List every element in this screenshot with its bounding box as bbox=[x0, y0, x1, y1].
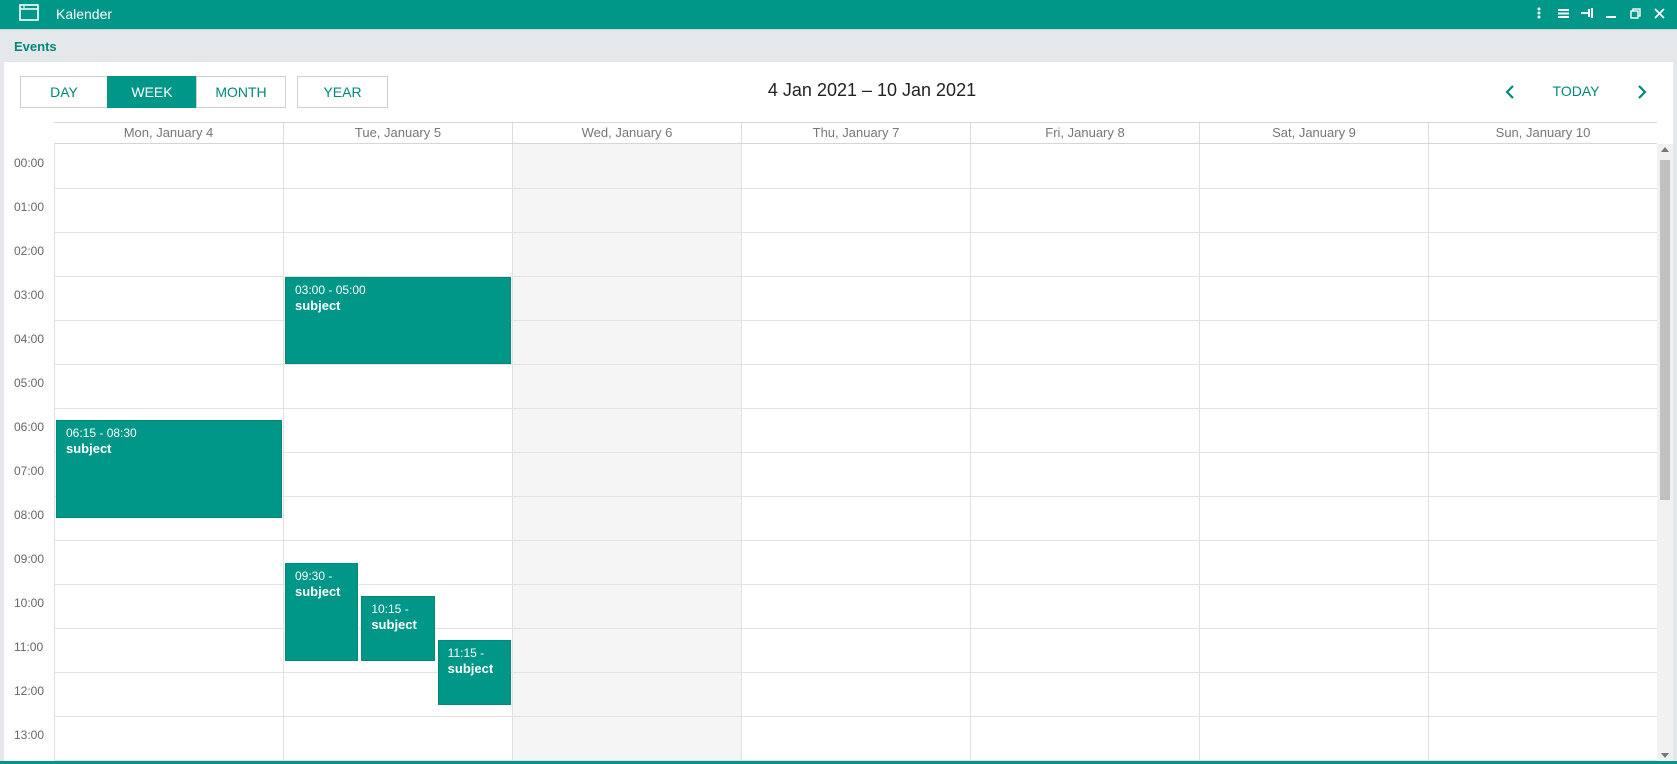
hour-label: 06:00 bbox=[14, 420, 45, 434]
day-header-1[interactable]: Mon, January 4 bbox=[54, 123, 283, 143]
event-time: 03:00 - 05:00 bbox=[295, 283, 366, 297]
calendar-event[interactable]: 03:00 - 05:00 subject bbox=[285, 277, 511, 364]
window-title: Kalender bbox=[56, 6, 113, 22]
hour-row-line bbox=[54, 232, 1657, 233]
day-header-6[interactable]: Sat, January 9 bbox=[1199, 123, 1428, 143]
date-range-label: 4 Jan 2021 – 10 Jan 2021 bbox=[767, 80, 977, 100]
panel-title: Events bbox=[14, 39, 57, 54]
hour-label: 13:00 bbox=[14, 728, 45, 742]
hour-row-line bbox=[54, 452, 1657, 453]
today-button[interactable]: TODAY bbox=[1540, 83, 1612, 99]
event-time: 11:15 - bbox=[447, 646, 485, 660]
hour-row-line bbox=[54, 496, 1657, 497]
hour-label: 04:00 bbox=[14, 332, 45, 346]
event-subject: subject bbox=[371, 617, 417, 632]
view-day-button[interactable]: DAY bbox=[20, 76, 108, 108]
title-bar: Kalender bbox=[0, 0, 1677, 29]
chevron-left-icon[interactable] bbox=[1502, 83, 1518, 101]
calendar-event[interactable]: 06:15 - 08:30 subject bbox=[56, 420, 282, 518]
hour-row-line bbox=[54, 408, 1657, 409]
hour-row-line bbox=[54, 672, 1657, 673]
view-year-button[interactable]: YEAR bbox=[297, 76, 388, 108]
hour-row-line bbox=[54, 188, 1657, 189]
day-header-5[interactable]: Fri, January 8 bbox=[970, 123, 1199, 143]
minimize-icon[interactable] bbox=[1603, 4, 1619, 22]
view-week-button[interactable]: WEEK bbox=[107, 76, 197, 108]
scroll-up-arrow-icon[interactable] bbox=[1661, 147, 1669, 152]
hour-label: 12:00 bbox=[14, 684, 45, 698]
event-time: 06:15 - 08:30 bbox=[66, 426, 137, 440]
more-vertical-icon[interactable] bbox=[1531, 4, 1547, 22]
week-grid[interactable]: 00:00 01:00 02:00 03:00 04:00 05:00 06:00 07:00… bbox=[0, 144, 1657, 761]
hour-label: 07:00 bbox=[14, 464, 45, 478]
calendar-event[interactable]: 10:15 - subject bbox=[361, 596, 435, 661]
view-month-button[interactable]: MONTH bbox=[196, 76, 286, 108]
right-border bbox=[1673, 62, 1677, 762]
hour-label: 05:00 bbox=[14, 376, 45, 390]
event-subject: subject bbox=[295, 298, 341, 313]
hour-label: 10:00 bbox=[14, 596, 45, 610]
day-header-4[interactable]: Thu, January 7 bbox=[741, 123, 970, 143]
day-header-2[interactable]: Tue, January 5 bbox=[283, 123, 512, 143]
vertical-scrollbar[interactable] bbox=[1657, 144, 1673, 761]
scrollbar-thumb[interactable] bbox=[1660, 160, 1670, 500]
close-icon[interactable] bbox=[1651, 4, 1667, 22]
events-panel-header: Events bbox=[0, 29, 1677, 62]
hour-label: 01:00 bbox=[14, 200, 45, 214]
menu-icon[interactable] bbox=[1555, 4, 1571, 22]
event-time: 09:30 - bbox=[295, 569, 333, 583]
day-header-7[interactable]: Sun, January 10 bbox=[1428, 123, 1657, 143]
event-subject: subject bbox=[295, 584, 341, 599]
chevron-right-icon[interactable] bbox=[1634, 83, 1650, 101]
calendar-window-icon bbox=[19, 4, 39, 21]
calendar-event[interactable]: 09:30 - subject bbox=[285, 563, 359, 661]
hour-label: 11:00 bbox=[14, 640, 44, 654]
scroll-down-arrow-icon[interactable] bbox=[1661, 753, 1669, 758]
event-time: 10:15 - bbox=[371, 602, 409, 616]
hour-label: 02:00 bbox=[14, 244, 45, 258]
hour-label: 00:00 bbox=[14, 156, 45, 170]
hour-label: 08:00 bbox=[14, 508, 45, 522]
day-header-3[interactable]: Wed, January 6 bbox=[512, 123, 741, 143]
event-subject: subject bbox=[447, 661, 494, 676]
hour-label: 09:00 bbox=[14, 552, 45, 566]
day-header-row: Mon, January 4 Tue, January 5 Wed, January… bbox=[54, 122, 1657, 144]
restore-icon[interactable] bbox=[1627, 4, 1643, 22]
hour-row-line bbox=[54, 540, 1657, 541]
hour-label: 03:00 bbox=[14, 288, 45, 302]
calendar-event[interactable]: 11:15 - subject bbox=[437, 640, 511, 705]
event-subject: subject bbox=[66, 441, 112, 456]
hour-row-line bbox=[54, 364, 1657, 365]
pin-icon[interactable] bbox=[1579, 4, 1595, 22]
hour-row-line bbox=[54, 716, 1657, 717]
